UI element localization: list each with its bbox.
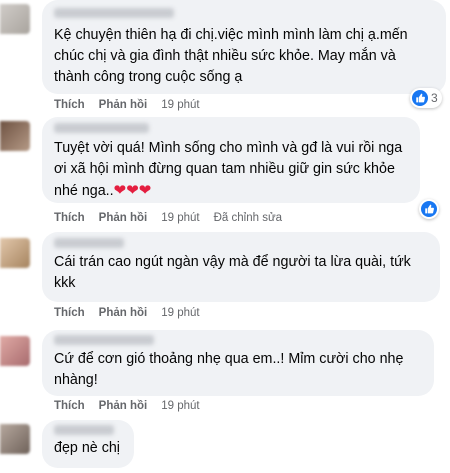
reply-button[interactable]: Phản hồi [99,212,148,224]
like-button[interactable]: Thích [54,307,85,319]
timestamp[interactable]: 19 phút [161,400,199,412]
timestamp[interactable]: 19 phút [161,212,199,224]
timestamp[interactable]: 19 phút [161,307,199,319]
comment-actions: Thích Phản hồi 19 phút [54,400,200,412]
comment-text: Cái trán cao ngút ngàn vậy mà để người t… [54,254,411,291]
timestamp[interactable]: 19 phút [161,99,199,111]
avatar[interactable] [0,121,30,151]
like-button[interactable]: Thích [54,400,85,412]
commenter-name-redacted[interactable] [54,8,174,18]
avatar[interactable] [0,4,30,34]
comment-bubble: Kệ chuyện thiên hạ đi chị.việc mình mình… [42,0,446,94]
comment-text: Tuyệt vời quá! Mình sống cho mình và gđ … [54,138,408,202]
comment-text-body: Tuyệt vời quá! Mình sống cho mình và gđ … [54,140,403,199]
commenter-name-redacted[interactable] [54,123,149,133]
comment-bubble: đẹp nè chị [42,420,134,468]
commenter-name-redacted[interactable] [54,238,124,248]
commenter-name-redacted[interactable] [54,335,154,345]
edited-label: Đã chỉnh sửa [213,212,283,224]
reaction-count: 3 [431,91,438,105]
commenter-name-redacted[interactable] [54,425,114,435]
comment-bubble: Cái trán cao ngút ngàn vậy mà để người t… [42,232,440,302]
comment-text: Cứ để cơn gió thoảng nhẹ qua em..! Mỉm c… [54,351,404,388]
reply-button[interactable]: Phản hồi [99,307,148,319]
comment-actions: Thích Phản hồi 19 phút [54,99,200,111]
comment-actions: Thích Phản hồi 19 phút [54,307,200,319]
avatar[interactable] [0,336,30,366]
like-button[interactable]: Thích [54,212,85,224]
comment-text: Kệ chuyện thiên hạ đi chị.việc mình mình… [54,27,408,85]
avatar[interactable] [0,238,30,268]
avatar[interactable] [0,424,30,454]
comment-text: đẹp nè chị [54,440,120,456]
reply-button[interactable]: Phản hồi [99,400,148,412]
reaction-summary[interactable]: 3 [410,88,442,108]
heart-emoji: ❤❤❤ [113,182,152,199]
reaction-summary[interactable] [419,199,439,219]
comment-actions: Thích Phản hồi 19 phút Đã chỉnh sửa [54,212,282,224]
like-icon [421,201,437,217]
like-icon [412,90,428,106]
reply-button[interactable]: Phản hồi [99,99,148,111]
comment-bubble: Cứ để cơn gió thoảng nhẹ qua em..! Mỉm c… [42,330,434,396]
comment-bubble: Tuyệt vời quá! Mình sống cho mình và gđ … [42,117,420,203]
like-button[interactable]: Thích [54,99,85,111]
